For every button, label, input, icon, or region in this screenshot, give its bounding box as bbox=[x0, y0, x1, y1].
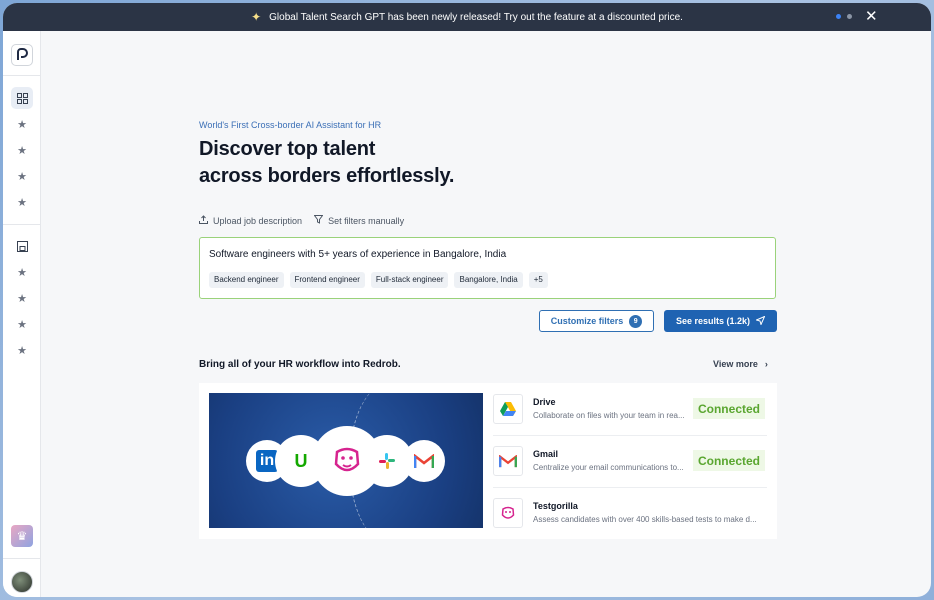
gmail-icon bbox=[493, 446, 523, 476]
pagination-dot[interactable] bbox=[836, 14, 841, 19]
app-description: Assess candidates with over 400 skills-b… bbox=[533, 515, 757, 524]
chevron-right-icon: › bbox=[764, 359, 768, 369]
title-line-2: across borders effortlessly. bbox=[199, 165, 455, 187]
star-icon[interactable]: ★ bbox=[11, 139, 33, 161]
title-line-1: Discover top talent bbox=[199, 138, 376, 160]
star-icon[interactable]: ★ bbox=[11, 113, 33, 135]
set-filters-button[interactable]: Set filters manually bbox=[313, 215, 405, 226]
integration-row-gmail[interactable]: Gmail Centralize your email communicatio… bbox=[493, 437, 767, 487]
sidebar-divider bbox=[3, 558, 41, 559]
close-icon[interactable]: ✕ bbox=[865, 7, 878, 25]
avatar[interactable] bbox=[11, 571, 33, 593]
integrations-panel: in U Drive Collaborate on files with you… bbox=[199, 383, 777, 539]
sidebar-divider bbox=[3, 224, 41, 225]
premium-crown-icon[interactable]: ♛ bbox=[11, 525, 33, 547]
gmail-icon bbox=[403, 440, 445, 482]
star-icon[interactable]: ★ bbox=[11, 339, 33, 361]
filter-chip[interactable]: Bangalore, India bbox=[454, 272, 523, 288]
upload-label: Upload job description bbox=[213, 215, 303, 226]
star-icon[interactable]: ★ bbox=[11, 261, 33, 283]
banner-pagination[interactable] bbox=[836, 14, 852, 19]
app-name: Testgorilla bbox=[533, 501, 578, 511]
sidebar: ★ ★ ★ ★ ★ ★ ★ ★ ♛ bbox=[3, 31, 41, 597]
filter-chips: Backend engineer Frontend engineer Full-… bbox=[209, 272, 548, 288]
star-icon[interactable]: ★ bbox=[11, 287, 33, 309]
filter-chip[interactable]: Frontend engineer bbox=[289, 272, 365, 288]
view-more-label: View more bbox=[713, 359, 758, 369]
banner-text: Global Talent Search GPT has been newly … bbox=[269, 11, 683, 23]
more-chips[interactable]: +5 bbox=[528, 272, 548, 288]
app-name: Drive bbox=[533, 397, 556, 407]
filter-chip[interactable]: Backend engineer bbox=[209, 272, 284, 288]
connected-status[interactable]: Connected bbox=[693, 450, 765, 471]
integrations-illustration: in U bbox=[209, 393, 483, 528]
search-query[interactable]: Software engineers with 5+ years of expe… bbox=[209, 249, 506, 260]
hero-eyebrow: World's First Cross-border AI Assistant … bbox=[199, 120, 382, 130]
workflow-title: Bring all of your HR workflow into Redro… bbox=[199, 359, 401, 370]
search-input[interactable]: Software engineers with 5+ years of expe… bbox=[199, 237, 776, 299]
see-results-button[interactable]: See results (1.2k) bbox=[664, 310, 777, 332]
announcement-banner: ✦ Global Talent Search GPT has been newl… bbox=[3, 3, 931, 31]
sparkle-icon: ✦ bbox=[251, 10, 262, 24]
connected-status[interactable]: Connected bbox=[693, 398, 765, 419]
sidebar-divider bbox=[3, 75, 41, 76]
google-drive-icon bbox=[493, 394, 523, 424]
grid-icon[interactable] bbox=[11, 87, 33, 109]
filter-count-badge: 9 bbox=[629, 314, 643, 328]
app-name: Gmail bbox=[533, 449, 559, 459]
view-more-link[interactable]: View more › bbox=[713, 359, 768, 369]
pagination-dot[interactable] bbox=[847, 14, 852, 19]
page-title: Discover top talent across borders effor… bbox=[199, 136, 454, 190]
star-icon[interactable]: ★ bbox=[11, 165, 33, 187]
testgorilla-icon bbox=[493, 498, 523, 528]
filter-chip[interactable]: Full-stack engineer bbox=[370, 272, 449, 288]
results-label: See results (1.2k) bbox=[675, 316, 751, 326]
upload-icon bbox=[199, 215, 208, 226]
row-divider bbox=[493, 487, 767, 488]
upload-job-description-button[interactable]: Upload job description bbox=[199, 215, 302, 226]
app-window: ✦ Global Talent Search GPT has been newl… bbox=[3, 3, 931, 597]
input-actions: Upload job description Set filters manua… bbox=[199, 215, 404, 226]
app-description: Collaborate on files with your team in r… bbox=[533, 411, 685, 420]
customize-filters-button[interactable]: Customize filters 9 bbox=[539, 310, 654, 332]
main-content: World's First Cross-border AI Assistant … bbox=[41, 31, 931, 597]
row-divider bbox=[493, 435, 767, 436]
star-icon[interactable]: ★ bbox=[11, 313, 33, 335]
send-icon bbox=[755, 315, 766, 327]
customize-label: Customize filters bbox=[550, 316, 624, 326]
filters-label: Set filters manually bbox=[328, 215, 405, 226]
filter-icon bbox=[313, 215, 324, 226]
save-icon[interactable] bbox=[11, 235, 33, 257]
app-description: Centralize your email communications to.… bbox=[533, 463, 684, 472]
star-icon[interactable]: ★ bbox=[11, 191, 33, 213]
redrob-logo[interactable] bbox=[11, 44, 33, 66]
integration-row-testgorilla[interactable]: Testgorilla Assess candidates with over … bbox=[493, 489, 767, 539]
integration-row-drive[interactable]: Drive Collaborate on files with your tea… bbox=[493, 385, 767, 435]
